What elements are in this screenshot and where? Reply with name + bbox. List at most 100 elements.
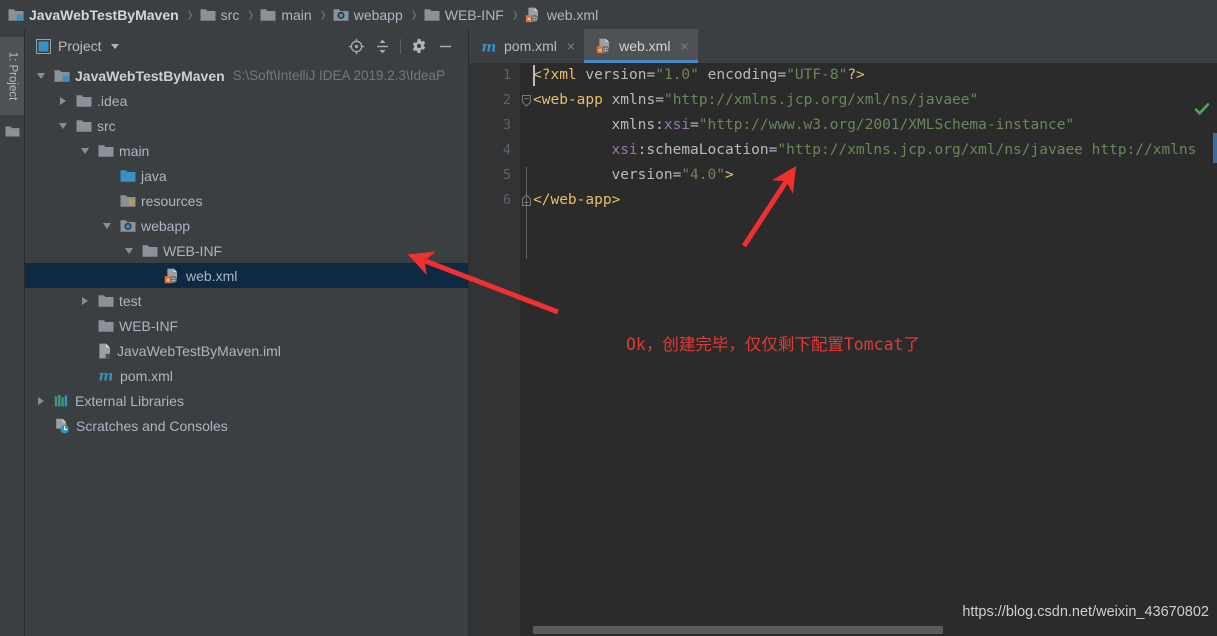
breadcrumb-item-webapp[interactable]: webapp (333, 0, 403, 29)
tree-node-label: resources (141, 192, 203, 209)
breadcrumb-item-web-inf[interactable]: WEB-INF (424, 0, 504, 29)
watermark-url: https://blog.csdn.net/weixin_43670802 (962, 604, 1209, 620)
breadcrumb-separator: › (411, 2, 417, 27)
chevron-expanded-icon[interactable] (55, 118, 71, 134)
tree-node-label: Scratches and Consoles (76, 417, 228, 434)
collapse-all-icon[interactable] (369, 33, 395, 59)
tree-node-web-inf[interactable]: WEB-INF (25, 313, 468, 338)
left-tool-window-strip: 1: Project (0, 29, 25, 636)
tree-node-src[interactable]: src (25, 113, 468, 138)
chevron-collapsed-icon[interactable] (77, 293, 93, 309)
code-token: = (690, 117, 699, 133)
tree-node-label: .idea (97, 92, 128, 109)
code-token: = (777, 67, 787, 83)
breadcrumb-item-label: web.xml (546, 6, 599, 23)
code-token: xsi (663, 117, 691, 133)
folder-icon (98, 319, 114, 333)
chevron-collapsed-icon[interactable] (33, 393, 49, 409)
chevron-expanded-icon[interactable] (99, 218, 115, 234)
line-number: 4 (502, 142, 511, 158)
breadcrumb-separator: › (248, 2, 254, 27)
code-token: "1.0" (655, 67, 699, 83)
module-folder-icon (8, 8, 24, 22)
webxml-file-icon: < (596, 38, 613, 54)
tree-node-label: JavaWebTestByMaven (75, 67, 225, 84)
project-view-selector[interactable]: Project (36, 38, 119, 54)
gear-icon[interactable] (406, 33, 432, 59)
breadcrumb: JavaWebTestByMaven › src › main › webapp › WEB-I… (0, 0, 1217, 29)
code-token: version (611, 167, 673, 183)
tree-node--idea[interactable]: .idea (25, 88, 468, 113)
webxml-file-icon: < (525, 7, 542, 23)
tree-node-resources[interactable]: resources (25, 188, 468, 213)
svg-text:<: < (527, 14, 531, 22)
fold-end-icon[interactable] (520, 188, 533, 213)
tree-node-web-inf[interactable]: WEB-INF (25, 238, 468, 263)
editor-horizontal-scrollbar[interactable] (533, 625, 1217, 636)
project-panel-header: Project (25, 29, 468, 63)
code-line-6: </web-app> (533, 188, 620, 213)
code-line-3: xmlns:xsi="http://www.w3.org/2001/XMLSch… (533, 113, 1074, 138)
editor-tab-label: web.xml (619, 38, 671, 54)
source-folder-icon (120, 169, 136, 183)
close-icon[interactable]: × (680, 39, 688, 53)
scratches-icon (54, 418, 71, 434)
editor-tab-pom-xml[interactable]: m pom.xml × (469, 29, 584, 63)
editor-marker-bar[interactable] (1206, 117, 1217, 636)
tree-node-label: main (119, 142, 150, 159)
libraries-icon (54, 394, 70, 408)
tree-node-pom-xml[interactable]: m pom.xml (25, 363, 468, 388)
code-line-5: version="4.0"> (533, 163, 733, 188)
breadcrumb-item-src[interactable]: src (200, 0, 239, 29)
code-line-2: <web-app xmlns="http://xmlns.jcp.org/xml… (533, 88, 978, 113)
tree-node-label: webapp (141, 217, 191, 234)
tree-node-javawebtestbymaven[interactable]: JavaWebTestByMaven S:\Soft\IntelliJ IDEA … (25, 63, 468, 88)
tree-node-label: WEB-INF (119, 317, 179, 334)
code-token: encoding (707, 67, 778, 83)
breadcrumb-item-main[interactable]: main (260, 0, 312, 29)
chevron-expanded-icon[interactable] (77, 143, 93, 159)
tree-node-webapp[interactable]: webapp (25, 213, 468, 238)
chevron-collapsed-icon[interactable] (55, 93, 71, 109)
tree-node-test[interactable]: test (25, 288, 468, 313)
code-token: = (646, 67, 656, 83)
tree-node-web-xml[interactable]: < web.xml (25, 263, 468, 288)
code-token: = (655, 92, 664, 108)
code-token: version (585, 67, 647, 83)
web-folder-icon (333, 8, 349, 22)
code-token: = (672, 167, 682, 183)
line-number: 2 (502, 92, 511, 108)
chevron-expanded-icon[interactable] (33, 68, 49, 84)
svg-text:m: m (482, 39, 497, 54)
fold-collapse-icon[interactable] (520, 88, 533, 113)
breadcrumb-item-web-xml[interactable]: < web.xml (525, 0, 598, 29)
svg-text:<: < (166, 275, 170, 283)
tree-node-javawebtestbymaven-iml[interactable]: JavaWebTestByMaven.iml (25, 338, 468, 363)
tool-window-button-project[interactable]: 1: Project (0, 37, 24, 115)
code-line-1: <?xml version="1.0" encoding="UTF-8"?> (533, 63, 865, 88)
close-icon[interactable]: × (567, 39, 575, 53)
editor-tab-web-xml[interactable]: < web.xml × (584, 29, 698, 63)
folder-icon (5, 125, 20, 143)
tree-node-scratches-and-consoles[interactable]: Scratches and Consoles (25, 413, 468, 438)
breadcrumb-item-javawebtestbymaven[interactable]: JavaWebTestByMaven (8, 0, 179, 29)
webxml-file-icon: < (164, 268, 181, 284)
locate-icon[interactable] (343, 33, 369, 59)
tree-node-external-libraries[interactable]: External Libraries (25, 388, 468, 413)
code-token: <?xml (533, 67, 586, 83)
maven-file-icon: m (98, 368, 115, 383)
project-file-tree[interactable]: JavaWebTestByMaven S:\Soft\IntelliJ IDEA … (25, 63, 468, 636)
chevron-expanded-icon[interactable] (121, 243, 137, 259)
hide-icon[interactable] (432, 33, 458, 59)
tree-node-java[interactable]: java (25, 163, 468, 188)
scrollbar-thumb[interactable] (533, 626, 943, 634)
folder-icon (98, 144, 114, 158)
line-number-gutter: 1 2 3 4 5 6 (469, 63, 520, 636)
line-number: 5 (502, 167, 511, 183)
tree-node-main[interactable]: main (25, 138, 468, 163)
code-token: xmlns (611, 92, 656, 108)
